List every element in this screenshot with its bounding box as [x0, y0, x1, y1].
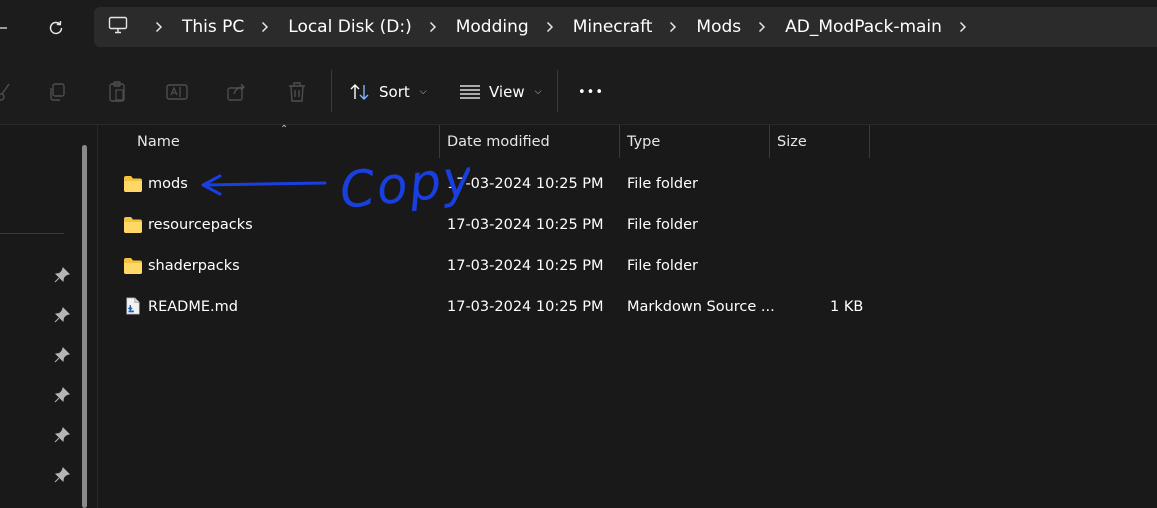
pin-icon[interactable] — [54, 267, 70, 283]
breadcrumb-this-pc[interactable]: This PC — [176, 17, 250, 37]
column-header-type[interactable]: Type — [619, 125, 769, 158]
toolbar-divider — [557, 70, 558, 112]
this-pc-icon[interactable] — [108, 16, 134, 39]
pin-icon[interactable] — [54, 307, 70, 323]
navigation-pane — [0, 125, 98, 508]
breadcrumb-ad-modpack-main[interactable]: AD_ModPack-main — [779, 17, 948, 37]
refresh-icon — [49, 20, 63, 35]
paste-icon[interactable] — [104, 79, 130, 105]
breadcrumb-chevron-icon[interactable] — [539, 17, 561, 37]
nav-scrollbar[interactable] — [82, 145, 87, 508]
sort-button[interactable]: Sort ⌵ — [349, 78, 427, 106]
file-date: 17-03-2024 10:25 PM — [447, 176, 604, 192]
pin-icon[interactable] — [54, 427, 70, 443]
column-separator[interactable] — [869, 125, 870, 158]
nav-divider — [0, 233, 64, 234]
breadcrumb-minecraft[interactable]: Minecraft — [567, 17, 659, 37]
file-date: 17-03-2024 10:25 PM — [447, 299, 604, 315]
column-header-row: ⌃ Name Date modified Type Size — [98, 124, 1157, 161]
file-type: Markdown Source ... — [627, 299, 775, 315]
column-header-date[interactable]: Date modified — [439, 125, 619, 158]
list-item[interactable]: shaderpacks 17-03-2024 10:25 PM File fol… — [110, 246, 880, 286]
chevron-down-icon: ⌵ — [534, 87, 542, 97]
address-bar[interactable]: This PC Local Disk (D:) Modding Minecraf… — [94, 7, 1157, 47]
breadcrumb-local-disk[interactable]: Local Disk (D:) — [282, 17, 417, 37]
sort-label: Sort — [379, 83, 410, 101]
view-button[interactable]: View ⌵ — [459, 78, 541, 106]
breadcrumb-chevron-icon[interactable] — [148, 17, 170, 37]
breadcrumb-mods[interactable]: Mods — [690, 17, 747, 37]
breadcrumb-modding[interactable]: Modding — [450, 17, 535, 37]
command-bar: Sort ⌵ View ⌵ ••• — [0, 58, 1157, 125]
file-type: File folder — [627, 258, 698, 274]
breadcrumb-chevron-icon[interactable] — [422, 17, 444, 37]
share-icon[interactable] — [224, 79, 250, 105]
file-type: File folder — [627, 217, 698, 233]
pin-icon[interactable] — [54, 467, 70, 483]
pane-divider — [97, 125, 98, 508]
sort-icon — [350, 84, 369, 100]
file-date: 17-03-2024 10:25 PM — [447, 258, 604, 274]
breadcrumb-chevron-icon[interactable] — [662, 17, 684, 37]
refresh-button[interactable] — [40, 12, 72, 44]
column-header-size[interactable]: Size — [769, 125, 869, 158]
file-date: 17-03-2024 10:25 PM — [447, 217, 604, 233]
column-header-name[interactable]: Name — [129, 125, 439, 158]
pin-icon[interactable] — [54, 387, 70, 403]
delete-icon[interactable] — [284, 79, 310, 105]
more-options-icon: ••• — [578, 84, 605, 100]
file-name: mods — [148, 176, 188, 192]
file-name: README.md — [148, 299, 238, 315]
rename-icon[interactable] — [164, 79, 190, 105]
file-name: shaderpacks — [148, 258, 240, 274]
list-item[interactable]: README.md 17-03-2024 10:25 PM Markdown S… — [110, 287, 880, 327]
folder-icon — [124, 176, 142, 192]
list-item[interactable]: mods 17-03-2024 10:25 PM File folder — [110, 164, 880, 204]
toolbar-divider — [331, 70, 332, 112]
copy-icon[interactable] — [44, 79, 70, 105]
chevron-down-icon: ⌵ — [419, 87, 427, 97]
list-item[interactable]: resourcepacks 17-03-2024 10:25 PM File f… — [110, 205, 880, 245]
file-name: resourcepacks — [148, 217, 253, 233]
up-arrow-icon[interactable] — [0, 12, 18, 44]
folder-icon — [124, 258, 142, 274]
address-toolbar: This PC Local Disk (D:) Modding Minecraf… — [0, 0, 1157, 58]
file-size: 1 KB — [830, 299, 864, 315]
markdown-file-icon — [126, 297, 140, 315]
pin-icon[interactable] — [54, 347, 70, 363]
breadcrumb-chevron-icon[interactable] — [254, 17, 276, 37]
folder-icon — [124, 217, 142, 233]
file-type: File folder — [627, 176, 698, 192]
view-icon — [460, 85, 480, 99]
more-options-button[interactable]: ••• — [578, 78, 604, 106]
cut-icon[interactable] — [0, 79, 14, 105]
breadcrumb-chevron-icon[interactable] — [751, 17, 773, 37]
breadcrumb-chevron-icon[interactable] — [952, 17, 974, 37]
view-label: View — [489, 83, 525, 101]
